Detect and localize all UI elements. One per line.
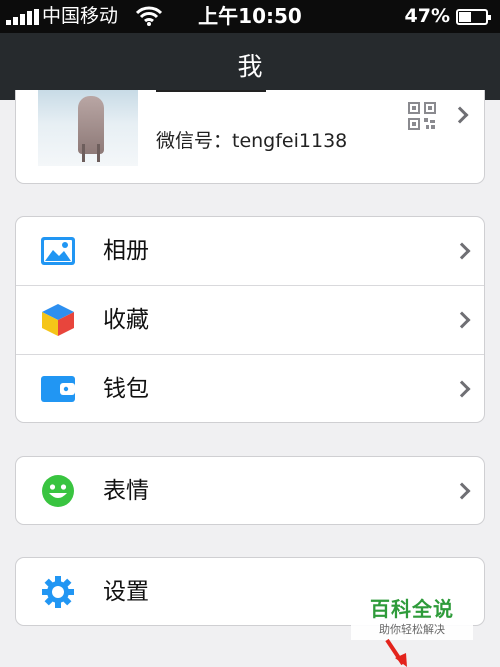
menu-item-label: 钱包 <box>103 376 149 402</box>
battery-icon <box>456 9 491 25</box>
avatar <box>38 90 138 166</box>
qr-code-icon[interactable] <box>408 102 436 130</box>
favorites-icon <box>42 304 74 336</box>
status-bar: 中国移动 上午10:50 47% <box>0 0 500 33</box>
menu-group-1: 相册 收藏 钱包 <box>15 216 485 423</box>
menu-item-stickers[interactable]: 表情 <box>16 457 484 524</box>
chevron-right-icon <box>451 106 469 124</box>
menu-item-label: 设置 <box>103 579 149 605</box>
gear-icon <box>42 576 74 608</box>
menu-group-2: 表情 <box>15 456 485 525</box>
red-arrow-icon <box>385 638 407 667</box>
menu-item-label: 表情 <box>103 478 149 504</box>
page-title: 我 <box>237 52 263 81</box>
profile-card[interactable]: 微信号：tengfei1138 <box>15 90 485 184</box>
chevron-right-icon <box>453 380 471 398</box>
menu-item-label: 相册 <box>103 238 149 264</box>
menu-item-wallet[interactable]: 钱包 <box>16 355 484 422</box>
watermark: 百科全说 助你轻松解决 <box>351 590 473 640</box>
watermark-subtitle: 助你轻松解决 <box>379 623 445 636</box>
menu-item-favorites[interactable]: 收藏 <box>16 286 484 354</box>
wallet-icon <box>41 376 75 402</box>
wechat-id: 微信号：tengfei1138 <box>156 130 348 152</box>
chevron-right-icon <box>453 242 471 260</box>
chevron-right-icon <box>453 311 471 329</box>
sticker-smiley-icon <box>42 475 74 507</box>
watermark-title: 百科全说 <box>370 597 454 621</box>
battery-percentage: 47% <box>404 5 450 27</box>
chevron-right-icon <box>453 482 471 500</box>
menu-item-label: 收藏 <box>103 307 149 333</box>
menu-item-album[interactable]: 相册 <box>16 217 484 285</box>
album-icon <box>41 237 75 265</box>
profile-nickname-cut-off <box>156 90 306 94</box>
